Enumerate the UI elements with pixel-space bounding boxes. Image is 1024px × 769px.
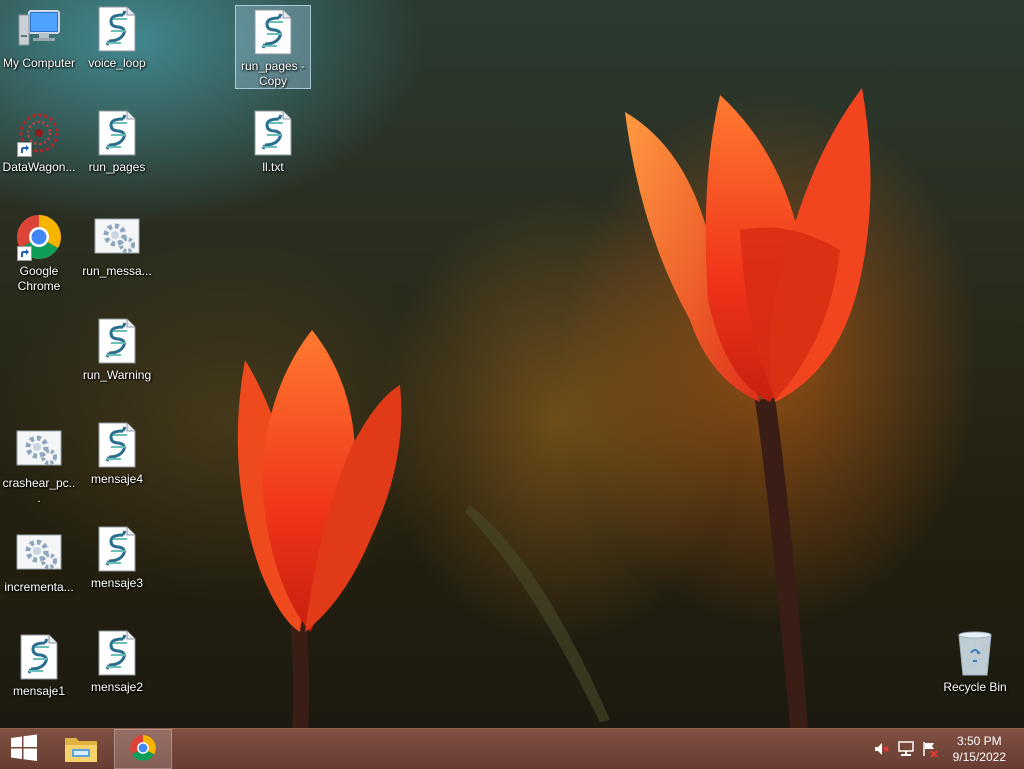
desktop-icon-google-chrome[interactable]: Google Chrome: [1, 211, 77, 307]
desktop-icon-label: run_Warning: [82, 368, 152, 382]
desktop-icon-label: run_pages: [88, 160, 146, 174]
shortcut-arrow-icon: [17, 246, 32, 261]
file-explorer-icon: [64, 733, 98, 766]
action-center-flag-icon[interactable]: [922, 741, 938, 758]
desktop-icon-label: Google Chrome: [17, 264, 61, 293]
recycle-bin-icon: [951, 629, 999, 677]
desktop-icon-datawagon[interactable]: DataWagon...: [1, 107, 77, 203]
settings-file-icon: [15, 425, 63, 473]
desktop-icon-mensaje2[interactable]: mensaje2: [79, 627, 155, 723]
script-file-icon: [93, 109, 141, 157]
desktop-icon-label: mensaje3: [90, 576, 144, 590]
desktop-icon-label: Recycle Bin: [943, 680, 1007, 694]
desktop-icon-run-messa[interactable]: run_messa...: [79, 211, 155, 307]
clock-time: 3:50 PM: [956, 734, 1002, 748]
settings-file-icon: [93, 213, 141, 261]
desktop-icon-label: incrementa...: [4, 580, 74, 594]
windows-start-icon: [10, 734, 38, 765]
chrome-icon: [15, 213, 63, 261]
script-file-icon: [249, 109, 297, 157]
speaker-muted-icon[interactable]: [874, 741, 890, 757]
desktop-icon-run-pages[interactable]: run_pages: [79, 107, 155, 203]
desktop-icon-recycle-bin[interactable]: Recycle Bin: [937, 627, 1013, 723]
desktop-icon-mensaje3[interactable]: mensaje3: [79, 523, 155, 619]
desktop-icon-crashear[interactable]: crashear_pc...: [1, 423, 77, 519]
desktop[interactable]: My Computer DataWagon... Google Chrome c…: [0, 0, 1024, 728]
start-button[interactable]: [0, 729, 48, 769]
taskbar-clock[interactable]: 3:50 PM 9/15/2022: [953, 733, 1006, 765]
script-file-icon: [93, 317, 141, 365]
desktop-icon-label: mensaje1: [12, 684, 66, 698]
script-file-icon: [93, 525, 141, 573]
computer-icon: [15, 5, 63, 53]
desktop-icon-label: voice_loop: [88, 56, 146, 70]
desktop-icon-label: run_messa...: [82, 264, 152, 278]
script-file-icon: [249, 8, 297, 56]
taskbar-chrome-button[interactable]: [114, 729, 172, 769]
desktop-icon-run-pages-copy[interactable]: run_pages - Copy: [235, 5, 311, 89]
desktop-icon-label: ll.txt: [262, 160, 284, 174]
desktop-icon-ll-txt[interactable]: ll.txt: [235, 107, 311, 203]
taskbar-file-explorer-button[interactable]: [56, 729, 106, 769]
desktop-icon-incrementa[interactable]: incrementa...: [1, 527, 77, 623]
desktop-icon-run-warning[interactable]: run_Warning: [79, 315, 155, 411]
desktop-icon-voice-loop[interactable]: voice_loop: [79, 3, 155, 99]
desktop-icon-mensaje4[interactable]: mensaje4: [79, 419, 155, 515]
desktop-icon-label: DataWagon...: [2, 160, 76, 174]
desktop-icon-label: run_pages - Copy: [240, 59, 306, 88]
script-file-icon: [93, 629, 141, 677]
desktop-icon-label: mensaje4: [90, 472, 144, 486]
script-file-icon: [15, 633, 63, 681]
datawagon-icon: [15, 109, 63, 157]
settings-file-icon: [15, 529, 63, 577]
shortcut-arrow-icon: [17, 142, 32, 157]
script-file-icon: [93, 421, 141, 469]
desktop-icon-label: My Computer: [2, 56, 76, 70]
desktop-icon-my-computer[interactable]: My Computer: [1, 3, 77, 99]
chrome-icon: [129, 734, 157, 765]
desktop-icon-label: mensaje2: [90, 680, 144, 694]
script-file-icon: [93, 5, 141, 53]
clock-date: 9/15/2022: [952, 750, 1006, 764]
network-icon[interactable]: [898, 741, 914, 757]
taskbar: 3:50 PM 9/15/2022: [0, 728, 1024, 769]
desktop-icon-label: crashear_pc...: [2, 476, 76, 505]
desktop-icon-mensaje1[interactable]: mensaje1: [1, 631, 77, 727]
